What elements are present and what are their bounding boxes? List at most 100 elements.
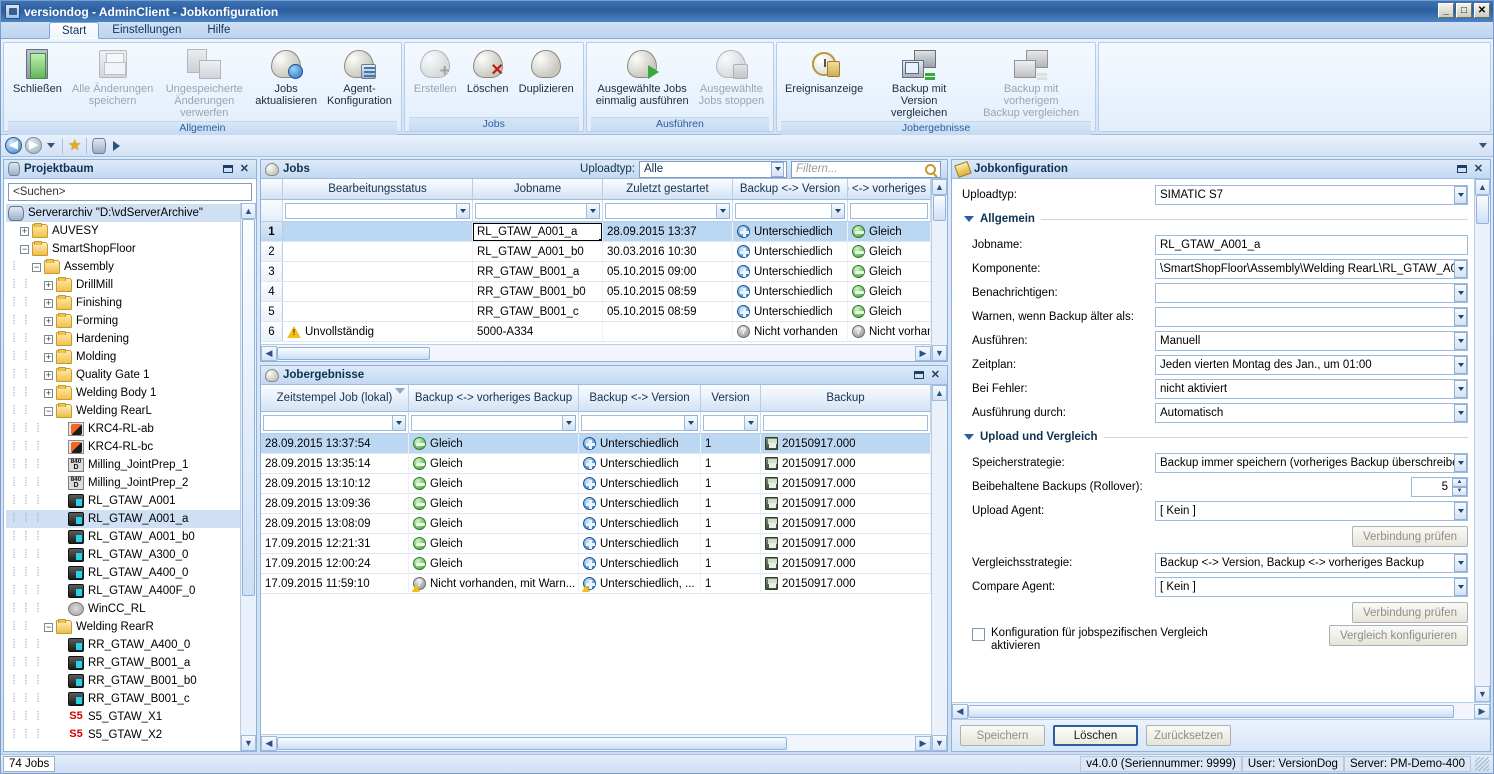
ausfuehrung-durch-select[interactable]: Automatisch (1155, 402, 1468, 423)
collapse-icon[interactable]: − (32, 262, 41, 272)
column-header-zeitstempel[interactable]: Zeitstempel Job (lokal) (261, 385, 409, 412)
collapse-icon[interactable]: − (44, 406, 53, 416)
restore-icon[interactable] (913, 371, 924, 379)
tree-node[interactable]: ⁞ ⁞ ⁞ KRC4-RL-bc (6, 438, 240, 456)
jobs-horizontal-scrollbar[interactable]: ◀ ▶ (261, 344, 931, 361)
collapse-arrow-icon[interactable] (964, 434, 974, 440)
tree-node[interactable]: ⁞ ⁞ + DrillMill (6, 276, 240, 294)
minimize-button[interactable]: _ (1438, 3, 1454, 18)
jobs-filter-input[interactable]: Filtern... (791, 160, 941, 178)
delete-job-button[interactable]: ✕ Löschen (462, 45, 514, 97)
bei-fehler-select[interactable]: nicht aktiviert (1155, 378, 1468, 399)
tree-node[interactable]: ⁞ ⁞ ⁞ RR_GTAW_A400_0 (6, 636, 240, 654)
forward-icon[interactable]: ▶ (25, 137, 42, 154)
column-header-backup-previous[interactable]: Backup <-> vorheriges Backup (848, 179, 931, 200)
tree-node[interactable]: ⁞ ⁞ ⁞ S5 S5_GTAW_X1 (6, 708, 240, 726)
scroll-up-icon[interactable]: ▲ (241, 203, 256, 219)
scroll-up-icon[interactable]: ▲ (932, 179, 947, 195)
scroll-thumb[interactable] (242, 219, 255, 596)
chevron-down-icon[interactable] (1454, 577, 1467, 596)
tree-node[interactable]: ⁞ ⁞ + Forming (6, 312, 240, 330)
compare-agent-select[interactable]: [ Kein ] (1155, 576, 1468, 597)
job-config-horizontal-scrollbar[interactable]: ◀ ▶ (952, 702, 1490, 719)
tab-hilfe[interactable]: Hilfe (194, 21, 243, 38)
chevron-down-icon[interactable] (1454, 453, 1467, 472)
expand-icon[interactable]: + (44, 298, 53, 308)
table-row[interactable]: 28.09.2015 13:37:54 Gleich Unterschiedlich… (261, 434, 931, 454)
favorites-star-icon[interactable]: ★ (68, 138, 81, 153)
discard-changes-button[interactable]: Ungespeicherte Änderungen verwerfen (158, 45, 250, 121)
scroll-thumb[interactable] (1476, 195, 1489, 225)
column-header-backup-version[interactable]: Backup <-> Version (579, 385, 701, 412)
filter-backup[interactable] (761, 412, 931, 434)
filter-zeitstempel[interactable] (261, 412, 409, 434)
filter-version[interactable] (701, 412, 761, 434)
table-row[interactable]: 5 RR_GTAW_B001_c 05.10.2015 08:59 Unterschi… (261, 302, 931, 322)
tree-node[interactable]: ⁞ ⁞ + Molding (6, 348, 240, 366)
section-allgemein[interactable]: Allgemein (958, 208, 1468, 230)
rollover-stepper[interactable]: 5 ▲ ▼ (1411, 476, 1468, 497)
scroll-down-icon[interactable]: ▼ (932, 735, 947, 751)
tree-node[interactable]: ⁞ ⁞ + Quality Gate 1 (6, 366, 240, 384)
scroll-track[interactable] (932, 401, 947, 735)
filter-backup-previous[interactable] (848, 200, 931, 222)
run-selected-jobs-once-button[interactable]: Ausgewählte Jobs einmalig ausführen (591, 45, 694, 109)
speicherstrategie-select[interactable]: Backup immer speichern (vorheriges Backu… (1155, 452, 1468, 473)
refresh-jobs-button[interactable]: Jobs aktualisieren (250, 45, 322, 109)
tree-node[interactable]: ⁞ ⁞ ⁞ RL_GTAW_A400_0 (6, 564, 240, 582)
event-viewer-button[interactable]: Ereignisanzeige (781, 45, 867, 97)
close-icon[interactable]: ✕ (931, 370, 940, 381)
column-header-jobname[interactable]: Jobname (473, 179, 603, 200)
column-header-zuletzt-gestartet[interactable]: Zuletzt gestartet (603, 179, 733, 200)
chevron-down-icon[interactable] (1454, 403, 1467, 422)
chevron-down-icon[interactable] (393, 414, 406, 431)
jobname-cell-editor[interactable]: RL_GTAW_A001_a (473, 222, 602, 241)
tree-node[interactable]: ⁞ ⁞ ⁞ RR_GTAW_B001_b0 (6, 672, 240, 690)
column-header-backup[interactable]: Backup (761, 385, 931, 412)
filter-backup-version[interactable] (579, 412, 701, 434)
chevron-down-icon[interactable] (1454, 501, 1467, 520)
tree-node[interactable]: ⁞ ⁞ ⁞ 840 D Milling_JointPrep_1 (6, 456, 240, 474)
archive-db-icon[interactable] (92, 137, 107, 154)
chevron-down-icon[interactable] (1454, 307, 1467, 326)
komponente-select[interactable]: \SmartShopFloor\Assembly\Welding RearL\R… (1155, 258, 1468, 279)
vergleichsstrategie-select[interactable]: Backup <-> Version, Backup <-> vorherige… (1155, 552, 1468, 573)
chevron-down-icon[interactable] (1454, 283, 1467, 302)
chevron-down-icon[interactable] (587, 202, 600, 219)
tree-node[interactable]: − SmartShopFloor (6, 240, 240, 258)
back-icon[interactable]: ◀ (5, 137, 22, 154)
benachrichtigen-select[interactable] (1155, 282, 1468, 303)
column-header-backup-previous[interactable]: Backup <-> vorheriges Backup (409, 385, 579, 412)
filter-backup-previous[interactable] (409, 412, 579, 434)
scroll-down-icon[interactable]: ▼ (241, 735, 256, 751)
chevron-down-icon[interactable] (1454, 379, 1467, 398)
ausfuehren-select[interactable]: Manuell (1155, 330, 1468, 351)
scroll-down-icon[interactable]: ▼ (1475, 686, 1490, 702)
scroll-track[interactable] (932, 195, 947, 345)
close-icon[interactable]: ✕ (1474, 164, 1483, 175)
restore-icon[interactable] (222, 165, 233, 173)
scroll-right-icon[interactable]: ▶ (915, 735, 931, 751)
resize-grip-icon[interactable] (1475, 757, 1489, 771)
table-row[interactable]: 3 RR_GTAW_B001_a 05.10.2015 09:00 Unterschi… (261, 262, 931, 282)
chevron-down-icon[interactable] (563, 414, 576, 431)
table-row[interactable]: 17.09.2015 12:21:31 Gleich Unterschiedlich… (261, 534, 931, 554)
chevron-down-icon[interactable] (685, 414, 698, 431)
tab-start[interactable]: Start (49, 22, 100, 39)
tree-node[interactable]: ⁞ ⁞ − Welding RearL (6, 402, 240, 420)
zeitplan-select[interactable]: Jeden vierten Montag des Jan., um 01:00 (1155, 354, 1468, 375)
stepper-down-icon[interactable]: ▼ (1452, 486, 1467, 496)
column-header-backup-version[interactable]: Backup <-> Version (733, 179, 848, 200)
tree-node[interactable]: ⁞ ⁞ ⁞ RL_GTAW_A001 (6, 492, 240, 510)
compare-backup-with-version-button[interactable]: Backup mit Version vergleichen (867, 45, 971, 121)
collapse-icon[interactable]: − (20, 244, 29, 254)
expand-icon[interactable]: + (44, 280, 53, 290)
tree-node[interactable]: ⁞ ⁞ ⁞ RL_GTAW_A001_b0 (6, 528, 240, 546)
scroll-thumb[interactable] (277, 346, 431, 360)
tree-node[interactable]: ⁞ ⁞ ⁞ 840 D Milling_JointPrep_2 (6, 474, 240, 492)
table-row[interactable]: 28.09.2015 13:08:09 Gleich Unterschiedlich… (261, 514, 931, 534)
uploadtyp-filter-select[interactable]: Alle (639, 160, 787, 178)
scroll-left-icon[interactable]: ◀ (952, 703, 968, 719)
scroll-thumb[interactable] (277, 736, 788, 750)
duplicate-job-button[interactable]: Duplizieren (514, 45, 579, 97)
